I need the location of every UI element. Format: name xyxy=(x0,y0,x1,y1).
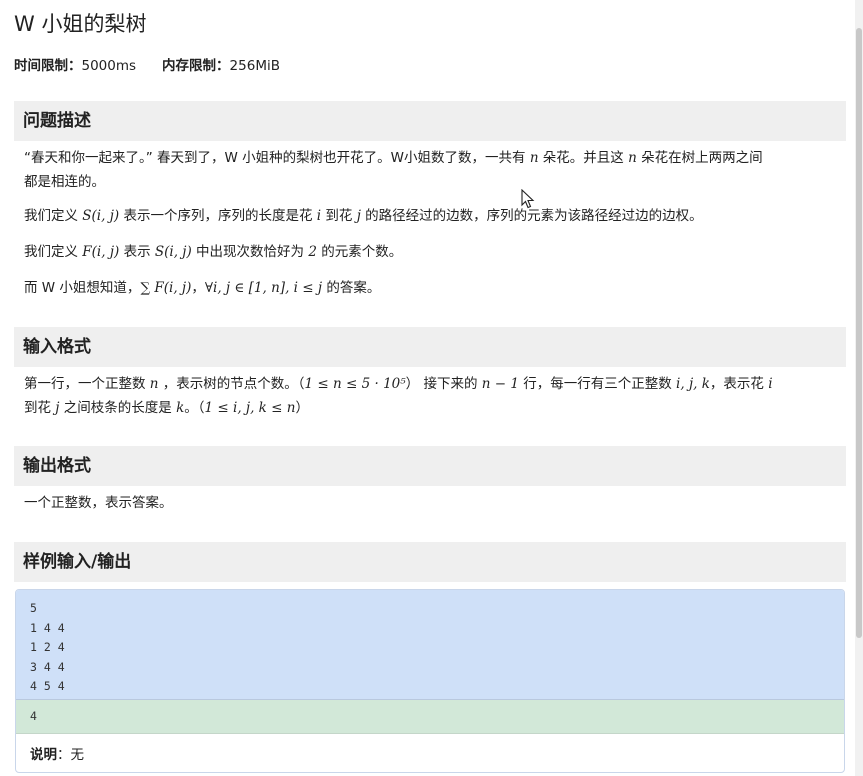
math-n: n xyxy=(529,150,539,166)
output-format-text: 一个正整数，表示答案。 xyxy=(24,495,173,511)
math-sum-f: ∑ F(i, j) xyxy=(140,280,192,296)
text-run: 我们定义 xyxy=(24,244,83,260)
vertical-scrollbar[interactable] xyxy=(855,0,863,776)
text-run: 而 W 小姐想知道， xyxy=(24,280,141,296)
text-run: 。（ xyxy=(184,400,205,416)
sample-note-value: 无 xyxy=(70,747,85,763)
text-run: 的路径经过的边数，序列的元素为该路径经过边的边权。 xyxy=(360,208,703,224)
description-heading: 问题描述 xyxy=(14,101,846,141)
text-run: 之间枝条的长度是 xyxy=(59,400,177,416)
text-run: 行，每一行有三个正整数 xyxy=(518,376,677,392)
text-run: ） 接下来的 xyxy=(405,376,482,392)
sample-input-line: 5 xyxy=(30,601,37,615)
mouse-cursor-icon xyxy=(521,189,535,209)
math-i: i xyxy=(768,376,773,392)
text-run: ，表示树的节点个数。（ xyxy=(158,376,305,392)
text-run: “春天和你一起来了。” 春天到了，W 小姐种的梨树也开花了。W小姐数了数，一共有 xyxy=(24,150,530,166)
memory-limit-value: 256MiB xyxy=(229,58,280,74)
text-run: 的元素个数。 xyxy=(316,244,403,260)
input-format-text: 第一行，一个正整数 n ，表示树的节点个数。（1 ≤ n ≤ 5 · 10⁵） … xyxy=(24,372,842,420)
math-n-minus-1: n − 1 xyxy=(481,376,519,392)
sample-heading: 样例输入/输出 xyxy=(14,542,846,582)
math-two: 2 xyxy=(308,244,317,260)
time-limit-value: 5000ms xyxy=(81,58,137,74)
sample-note-sep: ： xyxy=(57,747,71,763)
text-run: 到花 xyxy=(321,208,357,224)
input-format-heading: 输入格式 xyxy=(14,327,846,367)
problem-title: W 小姐的梨树 xyxy=(14,12,147,36)
description-paragraph-3: 我们定义 F(i, j) 表示 S(i, j) 中出现次数恰好为 2 的元素个数… xyxy=(24,240,842,264)
text-run: 中出现次数恰好为 xyxy=(191,244,309,260)
math-range: ∀i, j ∈ [1, n], i ≤ j xyxy=(204,280,323,296)
math-ijk: i, j, k xyxy=(676,376,710,392)
text-run: ，表示花 xyxy=(709,376,769,392)
text-run: ） xyxy=(295,400,309,416)
sample-input-block[interactable]: 5 1 4 4 1 2 4 3 4 4 4 5 4 xyxy=(16,590,844,700)
description-paragraph-4: 而 W 小姐想知道，∑ F(i, j)，∀i, j ∈ [1, n], i ≤ … xyxy=(24,276,842,300)
text-run: 我们定义 xyxy=(24,208,83,224)
time-limit-label: 时间限制： xyxy=(14,58,82,74)
math-n-bound: 1 ≤ n ≤ 5 · 10⁵ xyxy=(304,376,406,392)
text-run: 朵花在树上两两之间 xyxy=(636,150,763,166)
scrollbar-thumb[interactable] xyxy=(856,28,862,638)
math-f-ij: F(i, j) xyxy=(82,244,120,260)
math-n: n xyxy=(149,376,159,392)
text-run: 的答案。 xyxy=(322,280,381,296)
sample-input-line: 3 4 4 xyxy=(30,659,65,674)
math-s-ij: S(i, j) xyxy=(154,244,192,260)
text-run: 到花 xyxy=(24,400,56,416)
description-paragraph-2: 我们定义 S(i, j) 表示一个序列，序列的长度是花 i 到花 j 的路径经过… xyxy=(24,204,842,228)
text-run: 表示一个序列，序列的长度是花 xyxy=(119,208,317,224)
sample-input-line: 1 4 4 xyxy=(30,620,65,635)
text-run: 朵花。并且这 xyxy=(538,150,629,166)
math-n: n xyxy=(628,150,637,166)
sample-note-label: 说明 xyxy=(30,747,57,763)
sample-output-block[interactable]: 4 xyxy=(16,700,844,734)
math-ijk-bound: 1 ≤ i, j, k ≤ n xyxy=(204,400,296,416)
math-s-ij: S(i, j) xyxy=(82,208,120,224)
limits-bar: 时间限制：5000ms 内存限制：256MiB xyxy=(14,54,280,74)
sample-input-line: 4 5 4 xyxy=(30,679,65,694)
text-run: 第一行，一个正整数 xyxy=(24,376,150,392)
sample-note: 说明：无 xyxy=(30,743,84,763)
text-run: 表示 xyxy=(119,244,155,260)
sample-box: 5 1 4 4 1 2 4 3 4 4 4 5 4 4 说明：无 xyxy=(15,589,845,773)
text-run: ， xyxy=(191,280,205,296)
memory-limit-label: 内存限制： xyxy=(162,58,230,74)
description-paragraph-1: “春天和你一起来了。” 春天到了，W 小姐种的梨树也开花了。W小姐数了数，一共有… xyxy=(24,146,842,194)
sample-input-line: 1 2 4 xyxy=(30,640,65,655)
text-run: 都是相连的。 xyxy=(24,174,105,190)
output-format-heading: 输出格式 xyxy=(14,446,846,486)
sample-output-line: 4 xyxy=(30,709,37,723)
problem-page: W 小姐的梨树 时间限制：5000ms 内存限制：256MiB 问题描述 “春天和… xyxy=(0,0,855,776)
